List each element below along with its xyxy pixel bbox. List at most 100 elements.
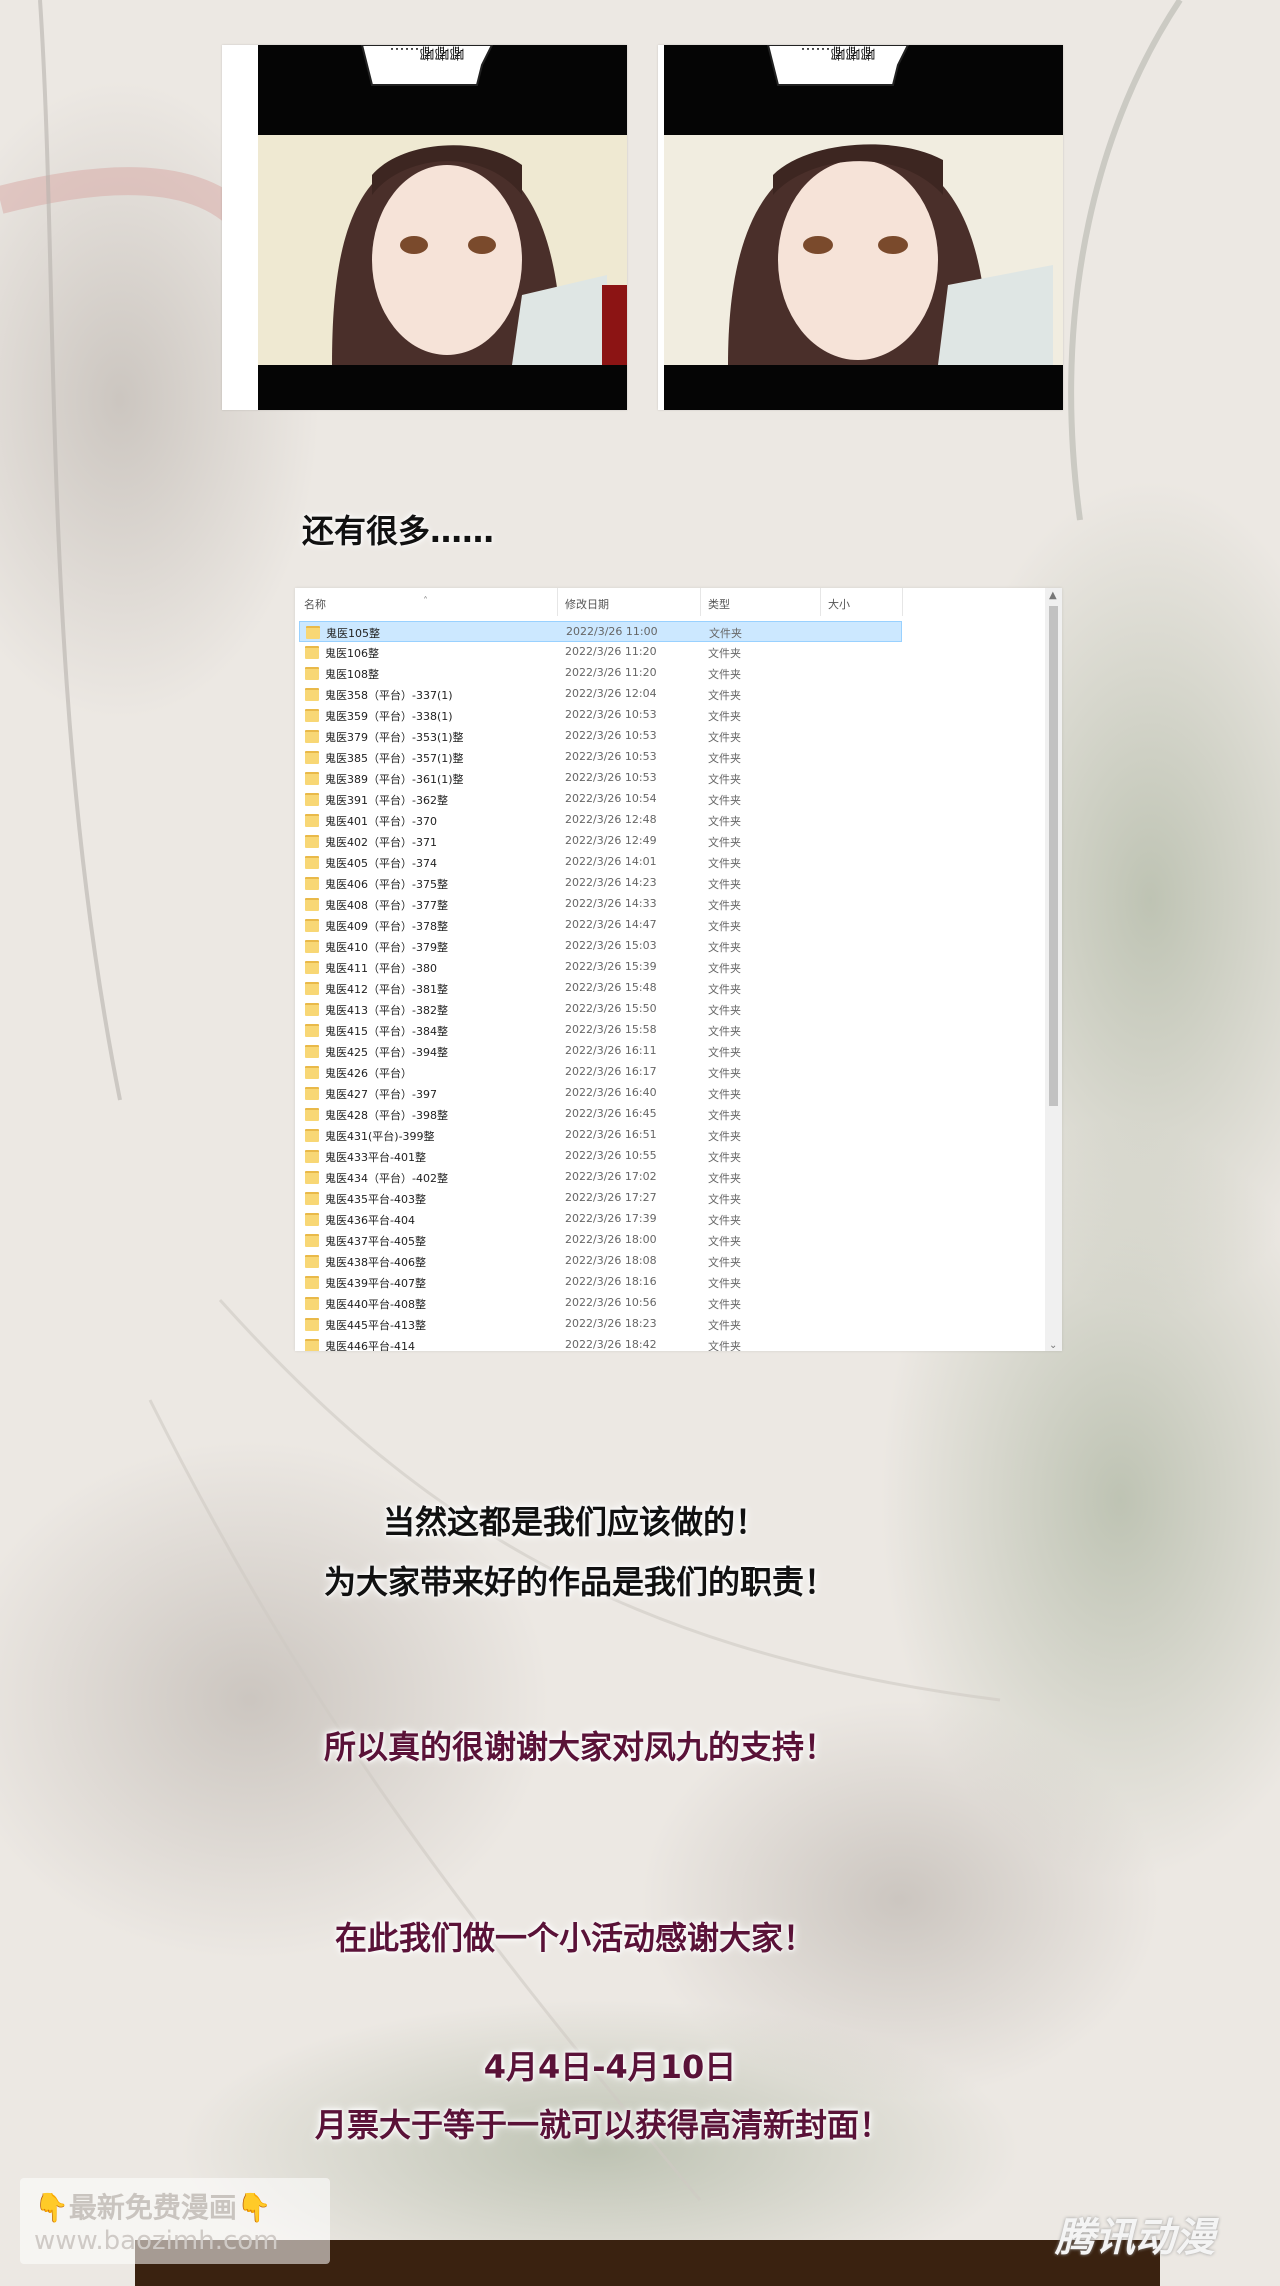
file-row[interactable]: 鬼医379（平台）-353(1)整 2022/3/26 10:53 文件夹	[295, 726, 1045, 747]
sort-ascending-icon: ˄	[423, 596, 428, 607]
file-row[interactable]: 鬼医426（平台） 2022/3/26 16:17 文件夹	[295, 1062, 1045, 1083]
file-name: 鬼医440平台-408整	[325, 1298, 426, 1311]
file-row[interactable]: 鬼医385（平台）-357(1)整 2022/3/26 10:53 文件夹	[295, 747, 1045, 768]
file-row[interactable]: 鬼医439平台-407整 2022/3/26 18:16 文件夹	[295, 1272, 1045, 1293]
file-type: 文件夹	[709, 627, 742, 640]
column-header-name[interactable]: 名称	[304, 596, 326, 612]
site-watermark: 👇最新免费漫画👇 www.baozimh.com	[20, 2178, 330, 2264]
file-date: 2022/3/26 14:47	[565, 918, 657, 931]
file-date: 2022/3/26 17:39	[565, 1212, 657, 1225]
file-row[interactable]: 鬼医412（平台）-381整 2022/3/26 15:48 文件夹	[295, 978, 1045, 999]
column-header-size[interactable]: 大小	[828, 596, 850, 612]
file-date: 2022/3/26 15:39	[565, 960, 657, 973]
folder-icon	[305, 1150, 319, 1163]
file-type: 文件夹	[708, 689, 741, 702]
file-row[interactable]: 鬼医389（平台）-361(1)整 2022/3/26 10:53 文件夹	[295, 768, 1045, 789]
folder-icon	[305, 1171, 319, 1184]
file-row[interactable]: 鬼医413（平台）-382整 2022/3/26 15:50 文件夹	[295, 999, 1045, 1020]
file-date: 2022/3/26 14:33	[565, 897, 657, 910]
file-row[interactable]: 鬼医108整 2022/3/26 11:20 文件夹	[295, 663, 1045, 684]
file-row[interactable]: 鬼医431(平台)-399整 2022/3/26 16:51 文件夹	[295, 1125, 1045, 1146]
file-type: 文件夹	[708, 1067, 741, 1080]
folder-icon	[305, 961, 319, 974]
column-header-date[interactable]: 修改日期	[565, 596, 609, 612]
file-row[interactable]: 鬼医415（平台）-384整 2022/3/26 15:58 文件夹	[295, 1020, 1045, 1041]
vertical-scrollbar[interactable]: ▲ ⌄	[1045, 588, 1062, 1351]
file-row[interactable]: 鬼医408（平台）-377整 2022/3/26 14:33 文件夹	[295, 894, 1045, 915]
file-name: 鬼医426（平台）	[325, 1067, 412, 1080]
file-row[interactable]: 鬼医359（平台）-338(1) 2022/3/26 10:53 文件夹	[295, 705, 1045, 726]
file-row[interactable]: 鬼医445平台-413整 2022/3/26 18:23 文件夹	[295, 1314, 1045, 1335]
file-row[interactable]: 鬼医425（平台）-394整 2022/3/26 16:11 文件夹	[295, 1041, 1045, 1062]
file-type: 文件夹	[708, 1277, 741, 1290]
file-date: 2022/3/26 12:04	[565, 687, 657, 700]
file-name: 鬼医446平台-414	[325, 1340, 415, 1351]
file-row[interactable]: 鬼医435平台-403整 2022/3/26 17:27 文件夹	[295, 1188, 1045, 1209]
file-row[interactable]: 鬼医391（平台）-362整 2022/3/26 10:54 文件夹	[295, 789, 1045, 810]
comic-panel-right: 嘟嘟嘟……	[658, 45, 1063, 410]
file-row[interactable]: 鬼医446平台-414 2022/3/26 18:42 文件夹	[295, 1335, 1045, 1351]
file-date: 2022/3/26 15:50	[565, 1002, 657, 1015]
file-row[interactable]: 鬼医105整 2022/3/26 11:00 文件夹	[299, 621, 902, 642]
file-row[interactable]: 鬼医427（平台）-397 2022/3/26 16:40 文件夹	[295, 1083, 1045, 1104]
folder-icon	[305, 1276, 319, 1289]
speech-bubble-text: 嘟嘟嘟……	[389, 45, 464, 62]
file-type: 文件夹	[708, 1172, 741, 1185]
file-date: 2022/3/26 15:03	[565, 939, 657, 952]
file-date: 2022/3/26 18:08	[565, 1254, 657, 1267]
folder-icon	[305, 1297, 319, 1310]
file-name: 鬼医437平台-405整	[325, 1235, 426, 1248]
file-type: 文件夹	[708, 1088, 741, 1101]
file-row[interactable]: 鬼医409（平台）-378整 2022/3/26 14:47 文件夹	[295, 915, 1045, 936]
file-type: 文件夹	[708, 857, 741, 870]
scroll-thumb[interactable]	[1049, 606, 1058, 1106]
file-row[interactable]: 鬼医433平台-401整 2022/3/26 10:55 文件夹	[295, 1146, 1045, 1167]
file-row[interactable]: 鬼医106整 2022/3/26 11:20 文件夹	[295, 642, 1045, 663]
scroll-up-icon[interactable]: ▲	[1049, 590, 1057, 601]
file-date: 2022/3/26 17:27	[565, 1191, 657, 1204]
file-name: 鬼医445平台-413整	[325, 1319, 426, 1332]
file-name: 鬼医435平台-403整	[325, 1193, 426, 1206]
folder-icon	[305, 1339, 319, 1351]
file-name: 鬼医379（平台）-353(1)整	[325, 731, 464, 744]
folder-icon	[305, 877, 319, 890]
file-row[interactable]: 鬼医436平台-404 2022/3/26 17:39 文件夹	[295, 1209, 1045, 1230]
file-date: 2022/3/26 11:00	[566, 625, 658, 638]
file-type: 文件夹	[708, 920, 741, 933]
file-date: 2022/3/26 11:20	[565, 666, 657, 679]
file-name: 鬼医106整	[325, 647, 379, 660]
file-name: 鬼医433平台-401整	[325, 1151, 426, 1164]
file-date: 2022/3/26 16:40	[565, 1086, 657, 1099]
file-type: 文件夹	[708, 899, 741, 912]
folder-icon	[305, 1129, 319, 1142]
file-date: 2022/3/26 16:51	[565, 1128, 657, 1141]
folder-icon	[305, 1066, 319, 1079]
event-date-range: 4月4日-4月10日	[483, 2048, 737, 2086]
file-row[interactable]: 鬼医434（平台）-402整 2022/3/26 17:02 文件夹	[295, 1167, 1045, 1188]
file-row[interactable]: 鬼医428（平台）-398整 2022/3/26 16:45 文件夹	[295, 1104, 1045, 1125]
watermark-url: www.baozimh.com	[34, 2226, 279, 2256]
file-row[interactable]: 鬼医440平台-408整 2022/3/26 10:56 文件夹	[295, 1293, 1045, 1314]
file-row[interactable]: 鬼医437平台-405整 2022/3/26 18:00 文件夹	[295, 1230, 1045, 1251]
file-row[interactable]: 鬼医438平台-406整 2022/3/26 18:08 文件夹	[295, 1251, 1045, 1272]
file-type: 文件夹	[708, 668, 741, 681]
file-name: 鬼医389（平台）-361(1)整	[325, 773, 464, 786]
file-date: 2022/3/26 16:11	[565, 1044, 657, 1057]
file-row[interactable]: 鬼医406（平台）-375整 2022/3/26 14:23 文件夹	[295, 873, 1045, 894]
file-row[interactable]: 鬼医402（平台）-371 2022/3/26 12:49 文件夹	[295, 831, 1045, 852]
file-type: 文件夹	[708, 1151, 741, 1164]
message-line-1: 当然这都是我们应该做的！	[382, 1503, 767, 1541]
file-row[interactable]: 鬼医411（平台）-380 2022/3/26 15:39 文件夹	[295, 957, 1045, 978]
file-date: 2022/3/26 18:00	[565, 1233, 657, 1246]
column-header-type[interactable]: 类型	[708, 596, 730, 612]
folder-icon	[305, 751, 319, 764]
file-name: 鬼医434（平台）-402整	[325, 1172, 448, 1185]
file-row[interactable]: 鬼医358（平台）-337(1) 2022/3/26 12:04 文件夹	[295, 684, 1045, 705]
scroll-down-icon[interactable]: ⌄	[1049, 1340, 1057, 1351]
file-row[interactable]: 鬼医405（平台）-374 2022/3/26 14:01 文件夹	[295, 852, 1045, 873]
file-name: 鬼医409（平台）-378整	[325, 920, 448, 933]
file-row[interactable]: 鬼医410（平台）-379整 2022/3/26 15:03 文件夹	[295, 936, 1045, 957]
folder-icon	[305, 919, 319, 932]
file-date: 2022/3/26 10:54	[565, 792, 657, 805]
file-row[interactable]: 鬼医401（平台）-370 2022/3/26 12:48 文件夹	[295, 810, 1045, 831]
